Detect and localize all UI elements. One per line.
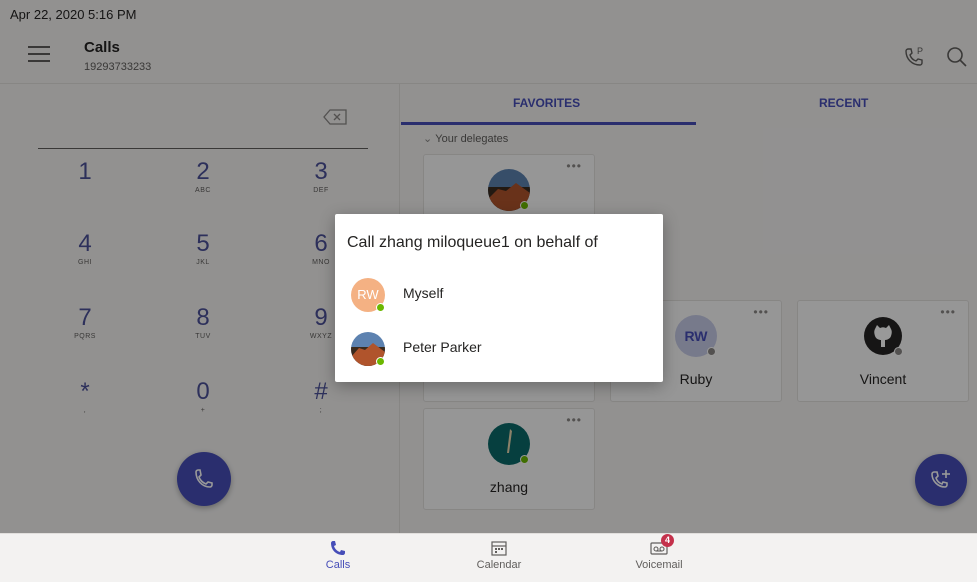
nav-item-calendar[interactable]: Calendar [459, 539, 539, 571]
call-on-behalf-dialog: Call zhang miloqueue1 on behalf of RW My… [335, 214, 663, 382]
phone-icon [329, 539, 347, 557]
bottom-nav: Calls Calendar 4 Voicemail [0, 533, 977, 582]
calendar-icon [490, 539, 508, 557]
option-myself[interactable]: RW Myself [335, 270, 663, 318]
option-label: Peter Parker [403, 339, 482, 355]
nav-item-voicemail[interactable]: 4 Voicemail [619, 534, 699, 571]
option-label: Myself [403, 285, 444, 301]
presence-available-icon [376, 303, 385, 312]
avatar [351, 332, 385, 366]
option-peter-parker[interactable]: Peter Parker [335, 324, 663, 372]
voicemail-icon: 4 [650, 534, 674, 557]
voicemail-count-badge: 4 [661, 534, 674, 547]
avatar: RW [351, 278, 385, 312]
dialog-title: Call zhang miloqueue1 on behalf of [347, 234, 598, 251]
nav-item-calls[interactable]: Calls [298, 539, 378, 571]
presence-available-icon [376, 357, 385, 366]
